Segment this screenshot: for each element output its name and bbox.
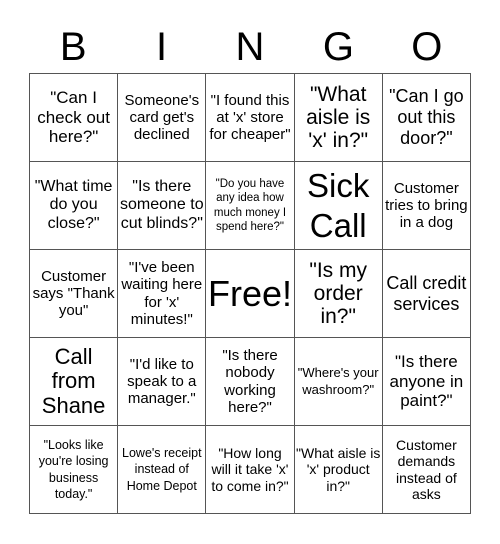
bingo-cell[interactable]: Call credit services xyxy=(382,250,471,338)
bingo-cell[interactable]: "What aisle is 'x' in?" xyxy=(294,74,383,162)
bingo-cell[interactable]: "I've been waiting here for 'x' minutes!… xyxy=(118,250,207,338)
bingo-cell[interactable]: "Can I check out here?" xyxy=(30,74,119,162)
bingo-cell[interactable]: Someone's card get's declined xyxy=(118,74,207,162)
bingo-cell[interactable]: "Where's your washroom?" xyxy=(294,338,383,426)
bingo-cell[interactable]: "Is there nobody working here?" xyxy=(206,338,295,426)
header-letter-n: N xyxy=(235,25,265,69)
bingo-board: "Can I check out here?" Someone's card g… xyxy=(29,73,471,514)
bingo-header: B I N G O xyxy=(29,22,471,72)
bingo-cell[interactable]: "What time do you close?" xyxy=(30,162,119,250)
bingo-cell[interactable]: "What aisle is 'x' product in?" xyxy=(294,426,383,514)
bingo-cell[interactable]: "I'd like to speak to a manager." xyxy=(118,338,207,426)
bingo-cell[interactable]: "Can I go out this door?" xyxy=(382,74,471,162)
bingo-cell[interactable]: "Is there someone to cut blinds?" xyxy=(118,162,207,250)
bingo-cell[interactable]: Lowe's receipt instead of Home Depot xyxy=(118,426,207,514)
bingo-cell[interactable]: Customer tries to bring in a dog xyxy=(382,162,471,250)
header-letter-g: G xyxy=(322,25,354,69)
header-letter-i: I xyxy=(156,25,168,69)
bingo-cell[interactable]: "I found this at 'x' store for cheaper" xyxy=(206,74,295,162)
bingo-cell[interactable]: Call from Shane xyxy=(30,338,119,426)
bingo-cell[interactable]: "Do you have any idea how much money I s… xyxy=(206,162,295,250)
header-letter-o: O xyxy=(411,25,443,69)
bingo-free-cell[interactable]: Free! xyxy=(206,250,295,338)
bingo-cell[interactable]: "How long will it take 'x' to come in?" xyxy=(206,426,295,514)
bingo-cell[interactable]: "Is my order in?" xyxy=(294,250,383,338)
bingo-cell[interactable]: Sick Call xyxy=(294,162,383,250)
bingo-cell[interactable]: "Looks like you're losing business today… xyxy=(30,426,119,514)
bingo-cell[interactable]: "Is there anyone in paint?" xyxy=(382,338,471,426)
bingo-cell[interactable]: Customer demands instead of asks xyxy=(382,426,471,514)
bingo-cell[interactable]: Customer says "Thank you" xyxy=(30,250,119,338)
header-letter-b: B xyxy=(59,25,87,69)
